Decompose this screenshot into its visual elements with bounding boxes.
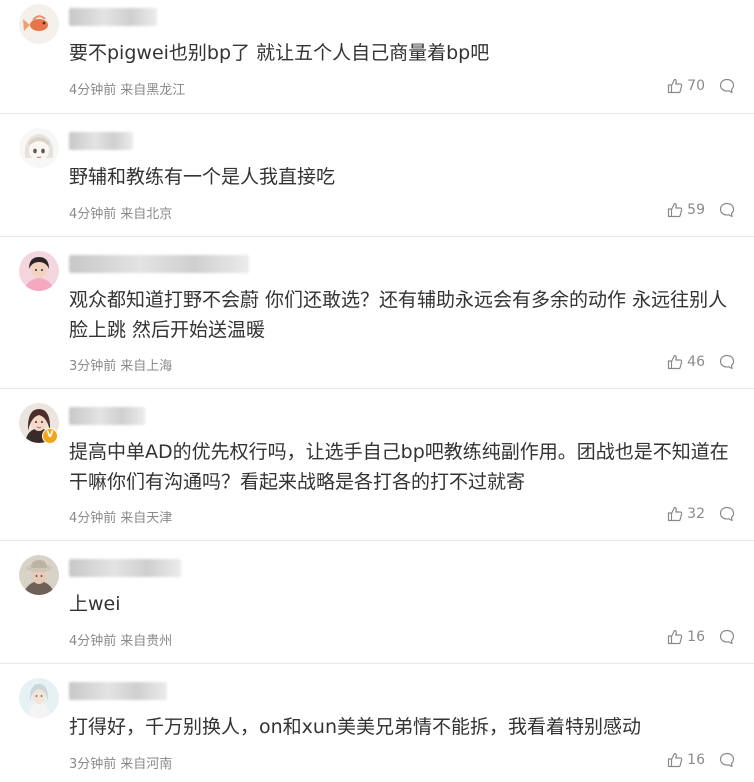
like-count: 16 [687, 752, 705, 768]
like-button[interactable]: 59 [667, 202, 705, 218]
like-button[interactable]: 16 [667, 752, 705, 768]
avatar[interactable] [19, 128, 59, 168]
comment-reply-icon[interactable] [719, 752, 735, 768]
like-count: 70 [687, 78, 705, 94]
like-count: 32 [687, 506, 705, 522]
avatar[interactable] [19, 555, 59, 595]
thumbs-up-icon [668, 354, 683, 370]
username-blurred[interactable] [69, 8, 157, 26]
avatar[interactable] [19, 678, 59, 718]
comment-actions: 70 [667, 78, 735, 94]
comment-text: 上wei [69, 593, 121, 615]
comment-actions: 16 [667, 752, 735, 768]
comment-time: 4分钟前 [69, 634, 117, 649]
avatar-photo-icon [19, 555, 59, 595]
like-button[interactable]: 70 [667, 78, 705, 94]
username-blurred[interactable] [69, 255, 249, 273]
comment-reply-icon[interactable] [719, 78, 735, 94]
comment-reply-icon[interactable] [719, 202, 735, 218]
comment-location: 来自北京 [120, 207, 173, 222]
comment-actions: 16 [667, 629, 735, 645]
comment-meta: 4分钟前 来自天津 [69, 507, 172, 526]
comment-location: 来自贵州 [120, 634, 173, 649]
comment-reply-icon[interactable] [719, 354, 735, 370]
comment-text: 打得好，千万别换人，on和xun美美兄弟情不能拆，我看着特别感动 [69, 716, 641, 738]
comment-item: 要不pigwei也别bp了 就让五个人自己商量着bp吧 4分钟前 来自黑龙江 70 [0, 0, 754, 114]
comment-actions: 59 [667, 202, 735, 218]
comment-text: 观众都知道打野不会蔚 你们还敢选？还有辅助永远会有多余的动作 永远往别人脸上跳 … [69, 289, 728, 341]
avatar[interactable] [19, 251, 59, 291]
comment-location: 来自河南 [120, 757, 173, 772]
like-count: 46 [687, 354, 705, 370]
avatar-photo-icon [19, 678, 59, 718]
like-button[interactable]: 46 [667, 354, 705, 370]
comment-item: V 提高中单AD的优先权行吗，让选手自己bp吧教练纯副作用。团战也是不知道在干嘛… [0, 389, 754, 541]
comment-text: 野辅和教练有一个是人我直接吃 [69, 166, 336, 188]
comment-reply-icon[interactable] [719, 506, 735, 522]
thumbs-up-icon [668, 78, 683, 94]
comment-location: 来自上海 [120, 359, 173, 374]
comment-item: 观众都知道打野不会蔚 你们还敢选？还有辅助永远会有多余的动作 永远往别人脸上跳 … [0, 237, 754, 389]
comment-time: 4分钟前 [69, 207, 117, 222]
comment-item: 野辅和教练有一个是人我直接吃 4分钟前 来自北京 59 [0, 114, 754, 237]
thumbs-up-icon [668, 629, 683, 645]
comment-actions: 32 [667, 506, 735, 522]
comment-text: 要不pigwei也别bp了 就让五个人自己商量着bp吧 [69, 42, 490, 64]
like-button[interactable]: 32 [667, 506, 705, 522]
like-count: 59 [687, 202, 705, 218]
username-blurred[interactable] [69, 559, 181, 577]
comment-time: 4分钟前 [69, 83, 117, 98]
comment-actions: 46 [667, 354, 735, 370]
comment-item: 打得好，千万别换人，on和xun美美兄弟情不能拆，我看着特别感动 3分钟前 来自河… [0, 664, 754, 782]
avatar-goldfish-icon [19, 4, 59, 44]
comment-meta: 4分钟前 来自黑龙江 [69, 79, 185, 98]
username-blurred[interactable] [69, 682, 167, 700]
comment-meta: 3分钟前 来自河南 [69, 753, 172, 772]
username-blurred[interactable] [69, 407, 145, 425]
thumbs-up-icon [668, 506, 683, 522]
comment-location: 来自黑龙江 [120, 83, 186, 98]
comment-time: 3分钟前 [69, 359, 117, 374]
thumbs-up-icon [668, 202, 683, 218]
verified-badge: V [42, 428, 58, 444]
like-button[interactable]: 16 [667, 629, 705, 645]
comment-location: 来自天津 [120, 511, 173, 526]
username-blurred[interactable] [69, 132, 133, 150]
comment-meta: 3分钟前 来自上海 [69, 355, 172, 374]
avatar-anime-girl-icon [19, 128, 59, 168]
comment-time: 3分钟前 [69, 757, 117, 772]
comment-item: 上wei 4分钟前 来自贵州 16 [0, 541, 754, 664]
like-count: 16 [687, 629, 705, 645]
comment-meta: 4分钟前 来自贵州 [69, 630, 172, 649]
avatar-photo-icon [19, 251, 59, 291]
thumbs-up-icon [668, 752, 683, 768]
comment-meta: 4分钟前 来自北京 [69, 203, 172, 222]
comment-time: 4分钟前 [69, 511, 117, 526]
comment-reply-icon[interactable] [719, 629, 735, 645]
comment-text: 提高中单AD的优先权行吗，让选手自己bp吧教练纯副作用。团战也是不知道在干嘛你们… [69, 441, 729, 493]
avatar[interactable] [19, 4, 59, 44]
